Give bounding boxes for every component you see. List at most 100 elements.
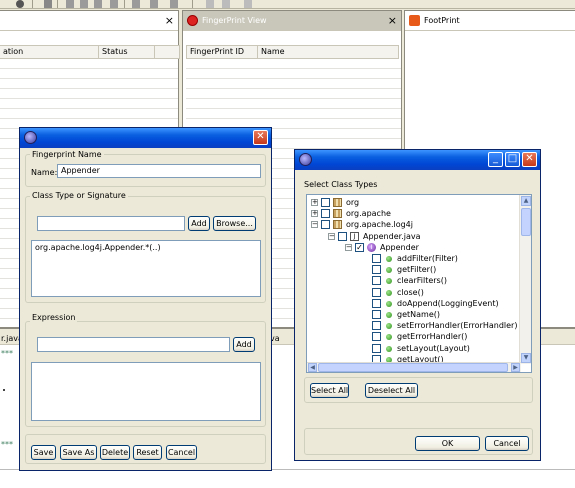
debug-icon[interactable]	[16, 0, 24, 8]
tree-checkbox[interactable]	[372, 254, 381, 263]
reset-button[interactable]: Reset	[133, 445, 162, 460]
tree-checkbox[interactable]	[372, 343, 381, 353]
tree-checkbox[interactable]	[372, 287, 381, 297]
app-icon	[24, 131, 37, 144]
close-icon[interactable]: ✕	[522, 152, 537, 167]
tree-row[interactable]: − org.apache.log4j	[307, 219, 521, 230]
tree-checkbox[interactable]	[372, 276, 381, 286]
scroll-up-icon[interactable]: ▲	[521, 196, 531, 206]
save-as-button[interactable]: Save As	[60, 445, 97, 460]
toolbar-separator	[192, 0, 193, 8]
scroll-left-icon[interactable]: ◀	[308, 363, 317, 372]
browse-button[interactable]: Browse...	[213, 216, 256, 231]
add-expression-button[interactable]: Add	[233, 337, 255, 352]
operation-column-header[interactable]: ation	[0, 45, 99, 59]
expand-icon[interactable]: +	[311, 199, 318, 206]
tree-row[interactable]: clearFilters()	[307, 275, 521, 286]
horizontal-scroll-thumb[interactable]	[318, 363, 508, 372]
expand-icon[interactable]: +	[311, 210, 318, 218]
fingerprint-id-column-header[interactable]: FingerPrint ID	[186, 45, 258, 59]
add-class-button[interactable]: Add	[188, 216, 210, 231]
tree-row[interactable]: + org	[307, 197, 521, 208]
select-class-types-dialog: _ □ ✕ Select Class Types + org + org.apache…	[294, 149, 541, 461]
tree-checkbox[interactable]	[372, 265, 381, 275]
deselect-all-button[interactable]: Deselect All	[365, 383, 418, 398]
toolbar-view-icon[interactable]	[206, 0, 214, 8]
tree-row[interactable]: − J Appender.java	[307, 231, 521, 242]
tree-checkbox[interactable]	[372, 332, 381, 342]
tree-row[interactable]: addFilter(Filter)	[307, 253, 521, 264]
signature-list-item[interactable]: org.apache.log4j.Appender.*(..)	[35, 243, 257, 252]
tree-checkbox[interactable]	[321, 220, 330, 230]
fingerprint-dialog-titlebar[interactable]: ✕	[20, 128, 271, 148]
forward-icon[interactable]	[110, 0, 118, 8]
select-all-button[interactable]: Select All	[310, 383, 349, 398]
fingerprint-view-titlebar[interactable]: FingerPrint View ×	[183, 11, 401, 31]
tree-checkbox[interactable]: ✓	[355, 242, 364, 252]
name-label: Name:	[31, 168, 58, 177]
minimize-icon[interactable]: _	[488, 152, 503, 167]
tree-checkbox[interactable]	[372, 310, 381, 319]
tree-vertical-scrollbar[interactable]: ▲ ▼	[519, 195, 531, 364]
tree-row[interactable]: + org.apache	[307, 208, 521, 219]
tree-row[interactable]: setLayout(Layout)	[307, 343, 521, 354]
tree-item-label: setLayout(Layout)	[397, 343, 470, 353]
tree-checkbox[interactable]	[372, 321, 381, 331]
navigate-forward-icon[interactable]	[150, 0, 158, 8]
history-icon[interactable]	[170, 0, 178, 8]
back-icon[interactable]	[94, 0, 102, 8]
save-button[interactable]: Save	[31, 445, 56, 460]
tree-horizontal-scrollbar[interactable]: ◀ ▶	[307, 362, 521, 372]
pin-icon[interactable]	[44, 0, 52, 8]
collapse-icon[interactable]: −	[345, 243, 352, 251]
tree-row[interactable]: setErrorHandler(ErrorHandler)	[307, 320, 521, 331]
collapse-icon[interactable]: −	[311, 221, 318, 229]
signature-list[interactable]: org.apache.log4j.Appender.*(..)	[31, 240, 261, 297]
toolbar-layout-icon[interactable]	[244, 0, 252, 8]
fingerprint-name-group-label: Fingerprint Name	[30, 150, 104, 159]
tree-row[interactable]: doAppend(LoggingEvent)	[307, 298, 521, 309]
navigate-back-icon[interactable]	[132, 0, 140, 8]
close-icon[interactable]: ×	[165, 14, 174, 27]
name-column-header[interactable]: Name	[257, 45, 399, 59]
maximize-icon[interactable]: □	[505, 152, 520, 167]
method-icon	[386, 278, 392, 285]
delete-button[interactable]: Delete	[100, 445, 130, 460]
scroll-down-icon[interactable]: ▼	[521, 353, 531, 363]
expression-input[interactable]	[37, 337, 230, 352]
class-type-input[interactable]	[37, 216, 185, 231]
close-icon[interactable]: ×	[388, 14, 397, 27]
tree-row[interactable]: getFilter()	[307, 264, 521, 275]
toolbar-separator	[124, 0, 125, 8]
tree-checkbox[interactable]	[338, 231, 347, 241]
tree-row[interactable]: − ✓ I Appender	[307, 242, 521, 253]
cancel-button[interactable]: Cancel	[485, 436, 529, 451]
class-tree-rows: + org + org.apache − org.apache.log4j − J Append…	[307, 195, 521, 364]
toolbar-separator	[57, 0, 58, 8]
footprint-view-titlebar[interactable]: FootPrint	[405, 11, 575, 31]
scroll-right-icon[interactable]: ▶	[511, 363, 520, 372]
collapse-icon[interactable]: −	[328, 232, 335, 240]
close-icon[interactable]: ✕	[253, 130, 268, 145]
tree-row[interactable]: getErrorHandler()	[307, 331, 521, 342]
select-class-types-titlebar[interactable]: _ □ ✕	[295, 150, 540, 170]
tree-checkbox[interactable]	[372, 298, 381, 308]
previous-annotation-icon[interactable]	[80, 0, 88, 8]
toolbar-window-icon[interactable]	[222, 0, 230, 8]
class-tree[interactable]: + org + org.apache − org.apache.log4j − J Append…	[306, 194, 532, 373]
cancel-button[interactable]: Cancel	[166, 445, 197, 460]
tree-checkbox[interactable]	[321, 198, 330, 207]
status-column-header[interactable]: Status	[98, 45, 155, 59]
vertical-scroll-thumb[interactable]	[521, 208, 531, 236]
expression-list[interactable]	[31, 362, 261, 421]
fingerprint-dialog: ✕ Fingerprint Name Name: Appender Class …	[19, 127, 272, 471]
tree-row[interactable]: close()	[307, 287, 521, 298]
tree-item-label: setErrorHandler(ErrorHandler)	[397, 321, 518, 331]
tree-item-label: getFilter()	[397, 265, 437, 275]
name-input[interactable]: Appender	[57, 164, 261, 178]
next-annotation-icon[interactable]	[66, 0, 74, 8]
ok-button[interactable]: OK	[415, 436, 480, 451]
tree-checkbox[interactable]	[321, 209, 330, 219]
toolbar-separator	[32, 0, 33, 8]
tree-row[interactable]: getName()	[307, 309, 521, 320]
